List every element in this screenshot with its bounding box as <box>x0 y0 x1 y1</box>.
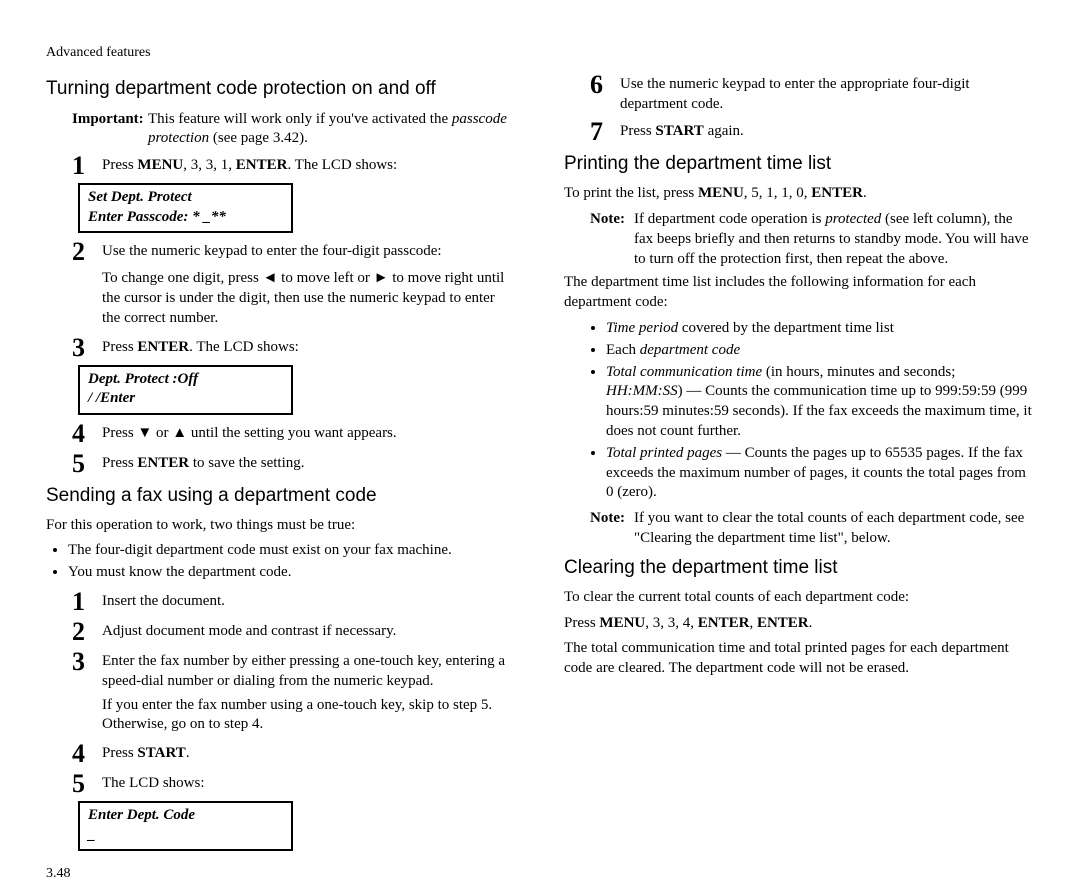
step-number: 4 <box>72 421 98 447</box>
page-number: 3.48 <box>46 865 1034 883</box>
step-number: 6 <box>590 72 616 98</box>
list-item: Total printed pages — Counts the pages u… <box>606 444 1034 503</box>
send-step-2: 2 Adjust document mode and contrast if n… <box>46 619 516 645</box>
heading-printing-list: Printing the department time list <box>564 151 1034 176</box>
step-number: 5 <box>72 451 98 477</box>
step-text: Insert the document. <box>102 589 516 612</box>
intro-text: For this operation to work, two things m… <box>46 516 516 536</box>
step-1: 1 Press MENU, 3, 3, 1, ENTER. The LCD sh… <box>46 153 516 179</box>
step-number: 5 <box>72 771 98 797</box>
lcd-line-2: _ <box>88 826 283 846</box>
note-label: Note: <box>590 509 634 529</box>
send-step-5: 5 The LCD shows: <box>46 771 516 797</box>
right-column: 6 Use the numeric keypad to enter the ap… <box>564 70 1034 857</box>
lcd-line-2: Enter Passcode: * _** <box>88 208 283 228</box>
lcd-line-1: Enter Dept. Code <box>88 806 283 826</box>
send-step-7: 7 Press START again. <box>564 119 1034 145</box>
note-protected: Note: If department code operation is pr… <box>564 210 1034 269</box>
step-text: Use the numeric keypad to enter the appr… <box>620 72 1034 115</box>
step-text: Press START. <box>102 741 516 764</box>
step-number: 4 <box>72 741 98 767</box>
left-column: Turning department code protection on an… <box>46 70 516 857</box>
info-list: Time period covered by the department ti… <box>564 319 1034 503</box>
step-number: 7 <box>590 119 616 145</box>
send-step-3: 3 Enter the fax number by either pressin… <box>46 649 516 692</box>
lcd-line-1: Dept. Protect :Off <box>88 370 283 390</box>
lcd-set-dept-protect: Set Dept. Protect Enter Passcode: * _** <box>78 183 293 233</box>
step-text: Enter the fax number by either pressing … <box>102 649 516 692</box>
send-step-6: 6 Use the numeric keypad to enter the ap… <box>564 72 1034 115</box>
step-text: Press ENTER. The LCD shows: <box>102 335 516 358</box>
lcd-dept-protect-off: Dept. Protect :Off / /Enter <box>78 365 293 415</box>
send-step-1: 1 Insert the document. <box>46 589 516 615</box>
page: Advanced features Turning department cod… <box>0 0 1080 834</box>
step-3: 3 Press ENTER. The LCD shows: <box>46 335 516 361</box>
list-item: You must know the department code. <box>68 563 516 583</box>
note-text: If department code operation is protecte… <box>634 210 1034 269</box>
heading-dept-protect: Turning department code protection on an… <box>46 76 516 101</box>
step-number: 1 <box>72 589 98 615</box>
heading-sending-fax: Sending a fax using a department code <box>46 483 516 508</box>
list-item: Total communication time (in hours, minu… <box>606 363 1034 442</box>
step-text: Press START again. <box>620 119 1034 142</box>
step-text: Use the numeric keypad to enter the four… <box>102 239 516 262</box>
requirements-list: The four-digit department code must exis… <box>46 541 516 583</box>
step-2-sub: To change one digit, press ◄ to move lef… <box>46 269 516 328</box>
step-number: 2 <box>72 239 98 265</box>
step-text: Press ENTER to save the setting. <box>102 451 516 474</box>
send-step-4: 4 Press START. <box>46 741 516 767</box>
clear-result: The total communication time and total p… <box>564 639 1034 679</box>
step-text: Press MENU, 3, 3, 1, ENTER. The LCD show… <box>102 153 516 176</box>
lcd-line-1: Set Dept. Protect <box>88 188 283 208</box>
note-text: If you want to clear the total counts of… <box>634 509 1034 549</box>
list-item: Each department code <box>606 341 1034 361</box>
send-step-3-sub: If you enter the fax number using a one-… <box>46 696 516 736</box>
columns: Turning department code protection on an… <box>46 70 1034 857</box>
important-note: Important: This feature will work only i… <box>46 110 516 150</box>
step-5: 5 Press ENTER to save the setting. <box>46 451 516 477</box>
lcd-line-2: / /Enter <box>88 389 283 409</box>
running-header: Advanced features <box>46 44 1034 62</box>
clear-instruction: Press MENU, 3, 3, 4, ENTER, ENTER. <box>564 614 1034 634</box>
step-text: Adjust document mode and contrast if nec… <box>102 619 516 642</box>
list-item: Time period covered by the department ti… <box>606 319 1034 339</box>
list-intro: The department time list includes the fo… <box>564 273 1034 313</box>
step-number: 3 <box>72 649 98 675</box>
step-4: 4 Press ▼ or ▲ until the setting you wan… <box>46 421 516 447</box>
step-number: 1 <box>72 153 98 179</box>
list-item: The four-digit department code must exis… <box>68 541 516 561</box>
important-label: Important: <box>72 110 148 130</box>
heading-clearing-list: Clearing the department time list <box>564 555 1034 580</box>
step-text: The LCD shows: <box>102 771 516 794</box>
step-2: 2 Use the numeric keypad to enter the fo… <box>46 239 516 265</box>
note-label: Note: <box>590 210 634 230</box>
important-text: This feature will work only if you've ac… <box>148 110 516 150</box>
clear-intro: To clear the current total counts of eac… <box>564 588 1034 608</box>
print-instruction: To print the list, press MENU, 5, 1, 1, … <box>564 184 1034 204</box>
lcd-enter-dept-code: Enter Dept. Code _ <box>78 801 293 851</box>
note-clear: Note: If you want to clear the total cou… <box>564 509 1034 549</box>
step-number: 2 <box>72 619 98 645</box>
step-text: Press ▼ or ▲ until the setting you want … <box>102 421 516 444</box>
step-number: 3 <box>72 335 98 361</box>
